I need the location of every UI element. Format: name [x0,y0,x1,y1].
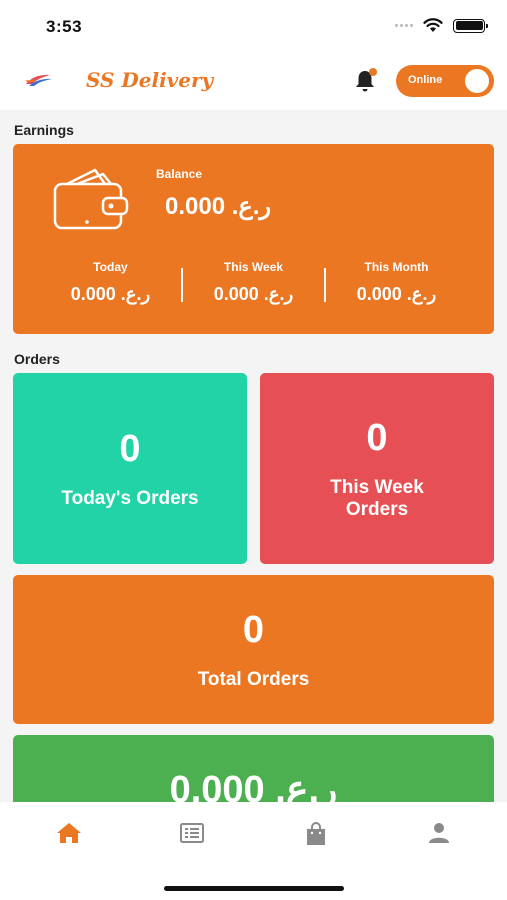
profile-icon [429,823,449,843]
dashboard-content: Earnings Balance 0.000 .ر.ع Today 0.000 … [0,110,507,802]
todays-orders-label: Today's Orders [61,488,199,509]
home-indicator [164,886,344,891]
status-time: 3:53 [46,17,83,36]
period-label: This Week [223,260,284,274]
status-icons [395,18,488,33]
total-amount-value: 0.000 .ر.ع [169,769,338,802]
signal-icon [395,24,413,27]
toggle-knob [465,69,489,93]
earnings-card: Balance 0.000 .ر.ع Today 0.000 .ر.ع This… [13,144,494,334]
notification-button[interactable] [352,68,378,94]
todays-orders-card[interactable]: 0 Today's Orders [13,373,247,564]
earnings-section-label: Earnings [14,122,74,138]
bottom-navigation [0,802,507,900]
this-week-orders-count: 0 [366,417,388,459]
wifi-icon [423,18,443,32]
online-toggle[interactable]: Online [396,65,494,97]
period-label: Today [93,260,128,274]
period-value: 0.000 .ر.ع [70,284,151,304]
balance-label: Balance [156,167,203,181]
list-icon [180,823,204,843]
nav-orders-list[interactable] [177,822,207,848]
online-toggle-label: Online [408,74,443,86]
nav-shop[interactable] [301,822,331,848]
wallet-icon [53,168,129,230]
status-bar: 3:53 [0,0,507,52]
total-orders-label: Total Orders [197,669,310,690]
period-label: This Month [364,260,429,274]
total-orders-card[interactable]: 0 Total Orders [13,575,494,724]
nav-home[interactable] [54,822,84,848]
todays-orders-count: 0 [119,428,141,470]
app-header: SS Delivery Online [0,55,507,109]
shopping-bag-icon [307,822,325,845]
period-value: 0.000 .ر.ع [356,284,437,304]
earnings-this-week: This Week 0.000 .ر.ع [182,260,325,305]
notification-badge [369,68,377,76]
earnings-this-month: This Month 0.000 .ر.ع [325,260,468,305]
app-title: SS Delivery [86,68,214,92]
battery-icon [453,18,488,33]
this-week-orders-label-line2: Orders [345,499,409,520]
this-week-orders-label-line1: This Week [330,477,424,498]
orders-section-label: Orders [14,351,60,367]
period-value: 0.000 .ر.ع [213,284,294,304]
nav-profile[interactable] [424,822,454,848]
balance-value: 0.000 .ر.ع [165,193,271,220]
home-icon [57,823,81,843]
earnings-today: Today 0.000 .ر.ع [39,260,182,305]
total-orders-count: 0 [242,609,265,651]
this-week-orders-card[interactable]: 0 This Week Orders [260,373,494,564]
app-logo [26,74,52,86]
total-amount-card[interactable]: 0.000 .ر.ع [13,735,494,802]
